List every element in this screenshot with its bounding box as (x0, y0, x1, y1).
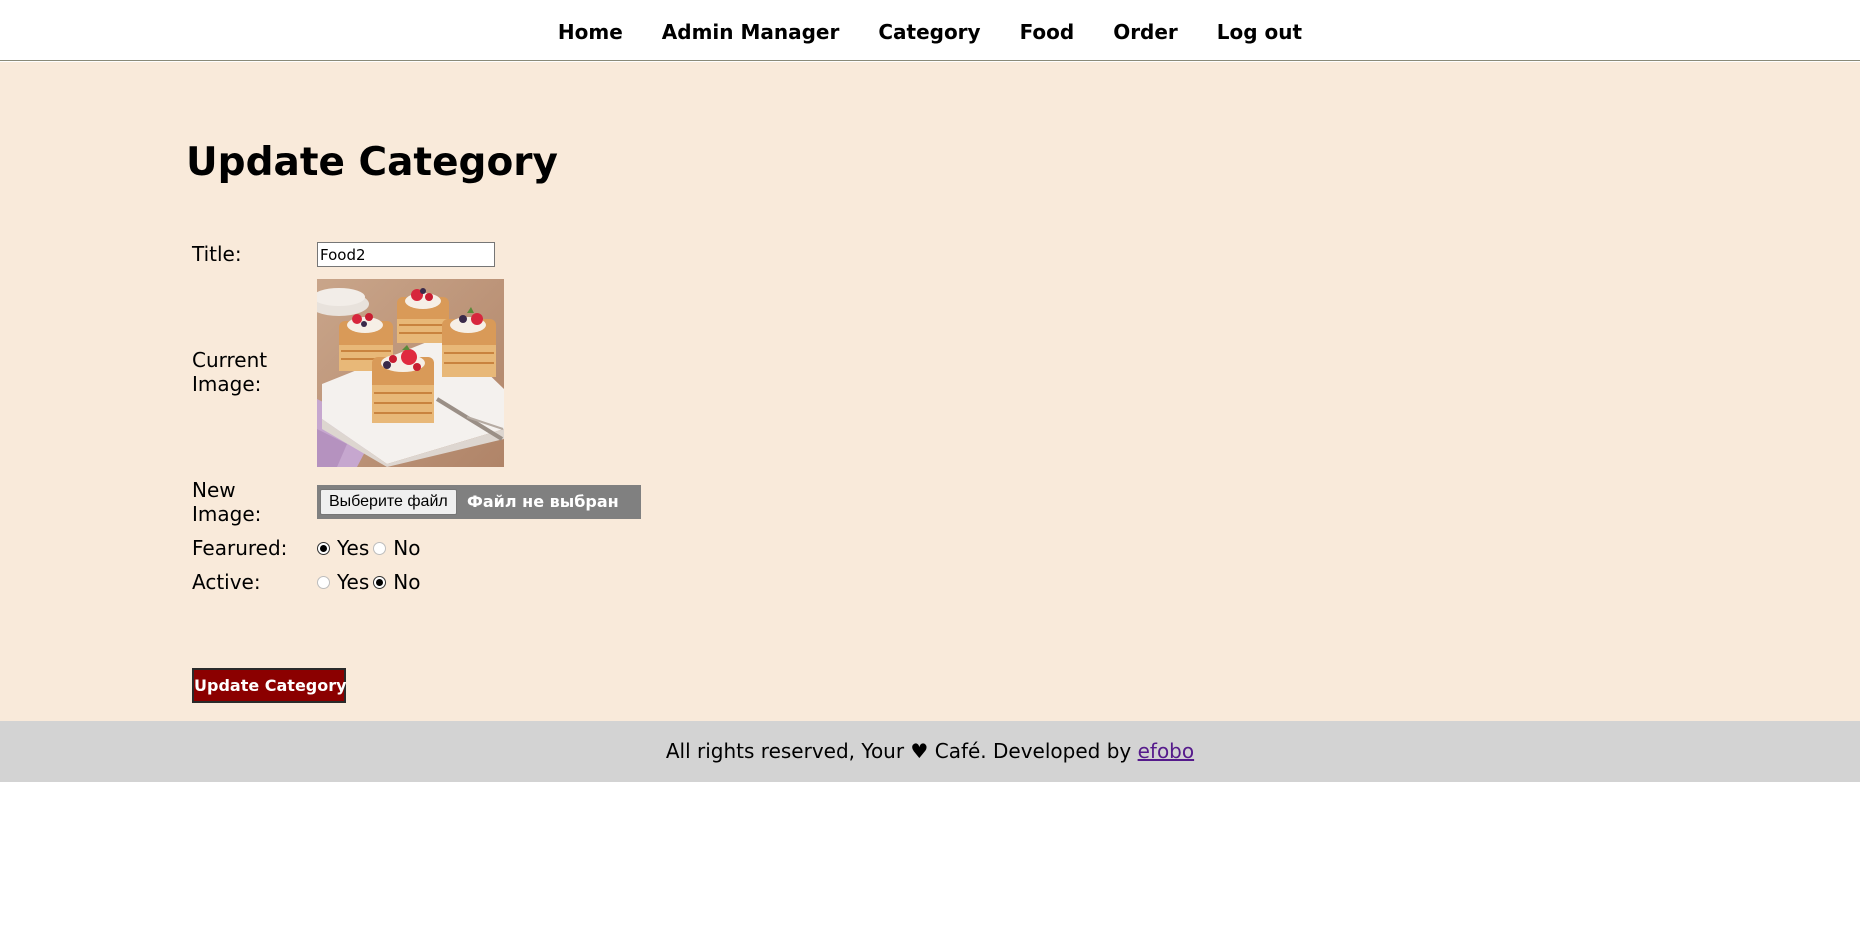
featured-yes-label: Yes (337, 536, 370, 560)
current-image-label-line2: Image: (192, 372, 262, 396)
active-no-label: No (393, 570, 421, 594)
active-yes-label: Yes (337, 570, 370, 594)
title-input[interactable] (317, 242, 495, 267)
page-title: Update Category (186, 140, 558, 185)
footer: All rights reserved, Your ♥ Café. Develo… (0, 721, 1860, 782)
new-image-label-line2: Image: (192, 502, 262, 526)
top-navigation: Home Admin Manager Category Food Order L… (0, 0, 1860, 61)
active-yes-radio[interactable] (317, 575, 330, 589)
nav-list: Home Admin Manager Category Food Order L… (0, 20, 1860, 44)
current-image-label: Current Image: (192, 348, 267, 396)
nav-item-admin-manager[interactable]: Admin Manager (662, 20, 840, 44)
nav-item-log-out[interactable]: Log out (1217, 20, 1302, 44)
featured-yes-radio[interactable] (317, 541, 330, 555)
file-input: Выберите файл Файл не выбран (317, 485, 641, 519)
choose-file-button[interactable]: Выберите файл (320, 489, 457, 515)
update-category-button[interactable]: Update Category (192, 668, 347, 703)
nav-item-category[interactable]: Category (878, 20, 980, 44)
featured-label: Fearured: (192, 536, 288, 560)
featured-radio-group: Yes No (317, 536, 425, 560)
new-image-label: New Image: (192, 478, 261, 526)
active-radio-group: Yes No (317, 570, 425, 594)
active-label: Active: (192, 570, 261, 594)
featured-no-label: No (393, 536, 421, 560)
current-image (317, 279, 504, 467)
main-content: Update Category Title: Current Image: (0, 62, 1860, 721)
footer-text: All rights reserved, Your ♥ Café. Develo… (665, 739, 1138, 763)
file-status-text: Файл не выбран (467, 492, 619, 511)
new-image-label-line1: New (192, 478, 236, 502)
title-label: Title: (192, 242, 242, 266)
active-no-radio[interactable] (373, 575, 387, 589)
footer-developer-link[interactable]: efobo (1138, 739, 1195, 763)
pastry-photo-image (317, 279, 504, 467)
featured-no-radio[interactable] (373, 541, 387, 555)
nav-item-order[interactable]: Order (1113, 20, 1178, 44)
nav-item-food[interactable]: Food (1020, 20, 1075, 44)
nav-item-home[interactable]: Home (558, 20, 623, 44)
current-image-label-line1: Current (192, 348, 268, 372)
